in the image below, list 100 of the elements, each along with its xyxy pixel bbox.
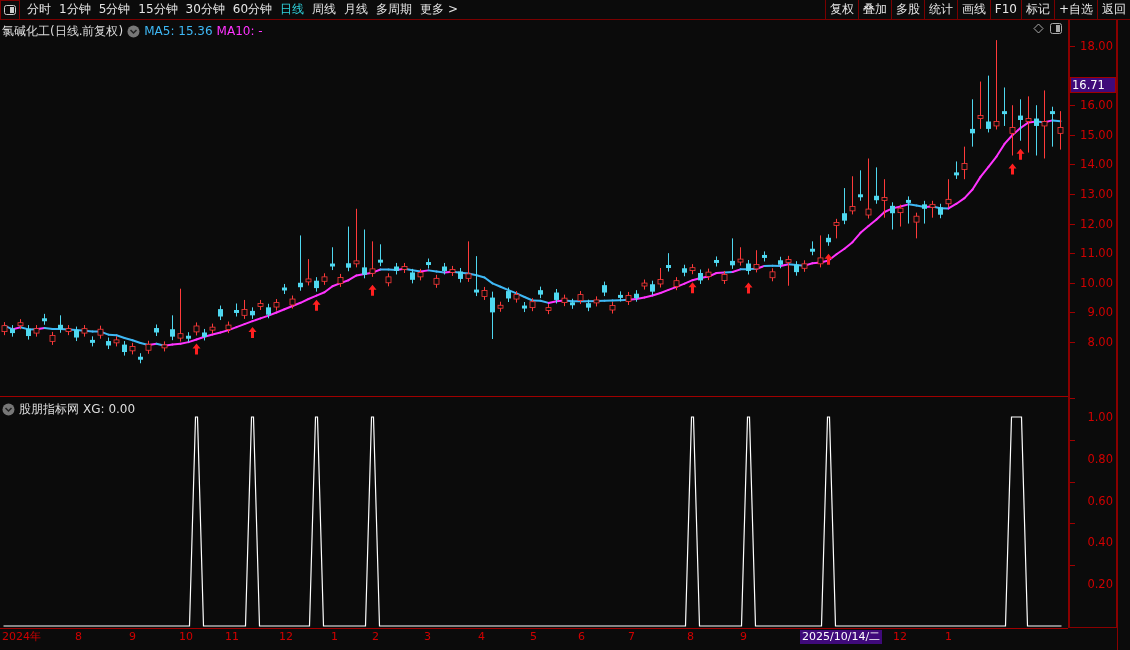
candlestick	[305, 258, 312, 286]
date-label: 9	[129, 630, 136, 644]
candlestick	[1041, 89, 1048, 159]
up-arrow-icon	[1008, 163, 1017, 175]
toolbar-button[interactable]: 画线	[956, 0, 990, 19]
candlestick	[913, 212, 920, 239]
indicator-tick-label: 0.60	[1087, 494, 1113, 507]
date-label: 6	[578, 630, 585, 644]
price-tick-label: 11.00	[1080, 247, 1113, 260]
period-tab[interactable]: 15分钟	[134, 0, 182, 19]
panel-toggle-icon[interactable]	[1050, 23, 1062, 34]
candlestick	[753, 249, 760, 273]
price-tick-label: 9.00	[1087, 306, 1113, 319]
candlestick	[177, 288, 184, 343]
candlestick	[977, 81, 984, 130]
period-tab[interactable]: 30分钟	[181, 0, 229, 19]
candlestick	[881, 178, 888, 219]
candlestick	[817, 234, 824, 268]
candlestick	[362, 229, 367, 279]
diamond-icon[interactable]	[1033, 23, 1044, 34]
date-label: 12	[279, 630, 293, 644]
indicator-tick-label: 0.20	[1087, 578, 1113, 591]
candlestick	[865, 157, 872, 220]
candlestick	[474, 255, 479, 297]
date-label: 2024年	[2, 630, 41, 644]
price-tick-label: 10.00	[1080, 276, 1113, 289]
candlestick	[842, 187, 847, 225]
period-tab[interactable]: 月线	[340, 0, 373, 19]
up-arrow-icon	[744, 282, 753, 294]
candlestick	[897, 204, 904, 228]
up-arrow-icon	[824, 253, 833, 265]
date-label: 9	[740, 630, 747, 644]
candlestick	[1025, 95, 1032, 154]
price-tick-label: 8.00	[1087, 335, 1113, 348]
candlestick	[1034, 104, 1039, 157]
price-tick-label: 15.00	[1080, 128, 1113, 141]
period-tab[interactable]: 60分钟	[228, 0, 277, 19]
candlestick	[465, 240, 472, 283]
candlestick	[785, 255, 792, 287]
candlestick	[922, 200, 927, 225]
current-price-label: 16.71	[1070, 77, 1116, 94]
dropdown-icon[interactable]	[127, 24, 141, 38]
date-label: 1	[945, 630, 952, 644]
toolbar-button[interactable]: 叠加	[857, 0, 891, 19]
panel-toggle-icon[interactable]	[4, 4, 16, 15]
candlestick	[970, 98, 975, 148]
candlestick	[657, 267, 664, 289]
candlestick	[241, 299, 248, 320]
candlestick	[666, 252, 671, 273]
candlestick	[346, 226, 351, 272]
date-label: 8	[687, 630, 694, 644]
candlestick	[849, 175, 856, 215]
period-tab[interactable]: 1分钟	[55, 0, 95, 19]
price-tick-label: 13.00	[1080, 188, 1113, 200]
price-tick-label: 14.00	[1080, 158, 1113, 171]
up-arrow-icon	[688, 282, 697, 294]
period-tab[interactable]: 分时	[23, 0, 55, 19]
candlestick	[170, 314, 175, 341]
date-label: 11	[225, 630, 239, 644]
candlestick	[1009, 104, 1016, 157]
up-arrow-icon	[192, 343, 201, 355]
price-tick-label: 18.00	[1080, 40, 1113, 53]
candlestick	[986, 75, 991, 133]
candlestick	[490, 291, 495, 340]
date-label: 4	[478, 630, 485, 644]
toolbar-button[interactable]: 统计	[923, 0, 957, 19]
indicator-value: XG: 0.00	[83, 401, 136, 418]
candlestick	[1050, 106, 1055, 148]
date-label: 7	[628, 630, 635, 644]
toolbar-button[interactable]: 多股	[890, 0, 924, 19]
up-arrow-icon	[248, 326, 257, 338]
ma5-value: MA5: 15.36	[144, 23, 213, 40]
candlestick	[1057, 110, 1064, 151]
toolbar-button[interactable]: 返回	[1097, 0, 1130, 19]
period-tab[interactable]: 5分钟	[94, 0, 135, 19]
stock-title: 氯碱化工(日线.前复权)	[2, 23, 124, 40]
date-label: 10	[179, 630, 193, 644]
candlestick	[353, 208, 360, 268]
dropdown-icon[interactable]	[2, 402, 15, 416]
candlestick	[833, 218, 840, 239]
toolbar-button[interactable]: 标记	[1020, 0, 1054, 19]
date-label: 8	[75, 630, 82, 644]
period-tab[interactable]: 周线	[308, 0, 341, 19]
indicator-tick-label: 0.80	[1087, 452, 1113, 465]
up-arrow-icon	[312, 299, 321, 311]
date-label: 12	[893, 630, 907, 644]
date-label: 3	[424, 630, 431, 644]
toolbar-button[interactable]: F10	[989, 0, 1021, 19]
toolbar-button[interactable]: 复权	[824, 0, 858, 19]
toolbar-button[interactable]: +自选	[1053, 0, 1097, 19]
candlestick	[858, 169, 863, 202]
candlestick	[1002, 86, 1007, 127]
indicator-tick-label: 1.00	[1087, 411, 1113, 423]
price-tick-label: 16.00	[1080, 99, 1113, 112]
candlestick	[906, 195, 911, 225]
period-tab[interactable]: 多周期	[372, 0, 417, 19]
period-tab[interactable]: 日线	[276, 0, 309, 19]
date-label: 5	[530, 630, 537, 644]
candlestick	[298, 234, 303, 292]
period-tab[interactable]: 更多 >	[416, 0, 462, 19]
